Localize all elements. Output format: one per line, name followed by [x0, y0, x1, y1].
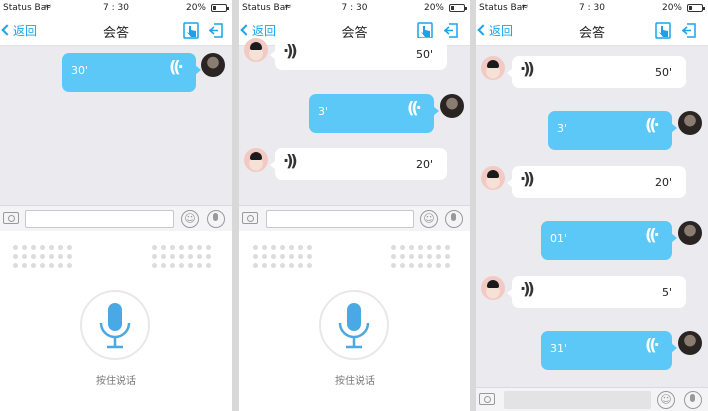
voice-message-self[interactable]: 01' ·)) [541, 221, 677, 260]
hold-to-talk-label: 按住说话 [96, 376, 136, 387]
message-duration: 5' [661, 286, 672, 299]
sound-wave-icon: ·)) [283, 151, 298, 170]
phone-screen-2: Status Bar ≈ 7 : 30 20% 返回 会答 50' ·)) 3'… [239, 0, 470, 411]
input-bar: ☺ [476, 387, 708, 411]
avatar[interactable] [678, 111, 702, 135]
emoji-icon[interactable]: ☺ [420, 210, 438, 228]
keyboard-dots-right [152, 245, 211, 268]
status-battery-level: 20% [185, 3, 206, 13]
battery-icon [449, 4, 467, 12]
phone-screen-1: Status Bar ≈ 7 : 30 20% 返回 会答 30' ·)) ☺ [0, 0, 232, 411]
voice-message-other[interactable]: 20' ·)) [507, 166, 686, 198]
message-duration: 01' [550, 232, 568, 245]
hand-pointer-icon[interactable] [417, 22, 433, 39]
camera-icon[interactable] [242, 212, 258, 224]
battery-icon [211, 4, 229, 12]
status-battery-level: 20% [423, 3, 444, 13]
sound-wave-icon: ·)) [648, 115, 660, 134]
battery-icon [687, 4, 705, 12]
avatar[interactable] [678, 331, 702, 355]
message-duration: 50' [415, 48, 433, 61]
sound-wave-icon: ·)) [172, 57, 184, 76]
message-duration: 30' [71, 64, 89, 77]
microphone-icon [99, 303, 131, 349]
phone-screen-3: Status Bar ≈ 7 : 30 20% 返回 会答 50' ·)) 3'… [476, 0, 708, 411]
voice-panel: 按住说话 [0, 231, 232, 411]
exit-icon[interactable] [443, 22, 459, 39]
message-duration: 31' [550, 342, 568, 355]
exit-icon[interactable] [208, 22, 224, 39]
microphone-icon[interactable] [445, 210, 463, 228]
screenshot-canvas: Status Bar ≈ 7 : 30 20% 返回 会答 30' ·)) ☺ [0, 0, 708, 411]
voice-message-other[interactable]: 20' ·)) [270, 148, 447, 180]
message-duration: 50' [654, 66, 672, 79]
voice-message-self[interactable]: 31' ·)) [541, 331, 677, 370]
voice-message-self[interactable]: 3' ·)) [548, 111, 677, 150]
message-input[interactable] [266, 210, 414, 228]
message-duration: 20' [415, 158, 433, 171]
voice-message-other[interactable]: 50' ·)) [270, 38, 447, 70]
avatar[interactable] [481, 276, 505, 300]
message-duration: 20' [654, 176, 672, 189]
emoji-icon[interactable]: ☺ [181, 210, 199, 228]
exit-icon[interactable] [681, 22, 697, 39]
keyboard-dots-left [253, 245, 312, 268]
camera-icon[interactable] [3, 212, 19, 224]
message-input[interactable] [25, 210, 174, 228]
keyboard-dots-left [13, 245, 72, 268]
sound-wave-icon: ·)) [520, 279, 535, 298]
microphone-icon [338, 303, 370, 349]
voice-message-self[interactable]: 3' ·)) [309, 94, 439, 133]
sound-wave-icon: ·)) [520, 59, 535, 78]
status-battery-level: 20% [661, 3, 682, 13]
input-bar: ☺ [0, 205, 232, 231]
avatar[interactable] [481, 56, 505, 80]
voice-message-other[interactable]: 50' ·)) [507, 56, 686, 88]
hand-pointer-icon[interactable] [655, 22, 671, 39]
sound-wave-icon: ·)) [520, 169, 535, 188]
camera-icon[interactable] [479, 393, 495, 405]
microphone-icon[interactable] [684, 391, 702, 409]
microphone-icon[interactable] [207, 210, 225, 228]
hand-pointer-icon[interactable] [183, 22, 199, 39]
voice-message-other[interactable]: 5' ·)) [507, 276, 686, 308]
keyboard-dots-right [391, 245, 450, 268]
message-duration: 3' [557, 122, 568, 135]
avatar[interactable] [244, 148, 268, 172]
sound-wave-icon: ·)) [648, 335, 660, 354]
status-bar: Status Bar ≈ 7 : 30 20% [239, 0, 470, 16]
status-bar: Status Bar ≈ 7 : 30 20% [476, 0, 708, 16]
nav-bar: 返回 会答 [476, 16, 708, 46]
voice-panel: 按住说话 [239, 231, 470, 411]
avatar[interactable] [481, 166, 505, 190]
sound-wave-icon: ·)) [283, 41, 298, 60]
sound-wave-icon: ·)) [410, 98, 422, 117]
hold-to-talk-button[interactable] [80, 290, 150, 360]
nav-bar: 返回 会答 [0, 16, 232, 46]
avatar[interactable] [678, 221, 702, 245]
hold-to-talk-button[interactable] [319, 290, 389, 360]
message-duration: 3' [318, 105, 329, 118]
avatar[interactable] [244, 38, 268, 62]
page-title: 会答 [578, 26, 605, 41]
input-bar: ☺ [239, 205, 470, 231]
status-bar: Status Bar ≈ 7 : 30 20% [0, 0, 232, 16]
message-input[interactable] [504, 391, 651, 409]
avatar[interactable] [440, 94, 464, 118]
sound-wave-icon: ·)) [648, 225, 660, 244]
emoji-icon[interactable]: ☺ [657, 391, 675, 409]
avatar[interactable] [201, 53, 225, 77]
hold-to-talk-label: 按住说话 [335, 376, 375, 387]
voice-message-self[interactable]: 30' ·)) [62, 53, 201, 92]
